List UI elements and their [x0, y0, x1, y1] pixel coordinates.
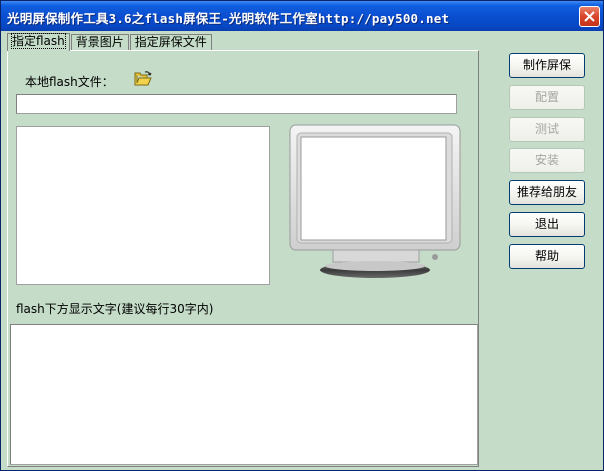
- caption-text-label: flash下方显示文字(建议每行30字内): [16, 302, 214, 316]
- tab-background-image[interactable]: 背景图片: [70, 34, 129, 51]
- monitor-preview-icon: [289, 124, 461, 278]
- local-flash-file-label: 本地flash文件：: [25, 75, 114, 89]
- tab-flash[interactable]: 指定flash: [7, 33, 70, 51]
- make-screensaver-button[interactable]: 制作屏保: [509, 53, 585, 78]
- configure-button[interactable]: 配置: [509, 85, 585, 110]
- flash-file-path-input[interactable]: [16, 94, 457, 114]
- flash-preview-area: [16, 126, 270, 285]
- close-button[interactable]: [579, 6, 600, 27]
- recommend-to-friend-button[interactable]: 推荐给朋友: [509, 180, 585, 205]
- window-title: 光明屏保制作工具3.6之flash屏保王-光明软件工作室http://pay50…: [7, 11, 450, 26]
- caption-text-input[interactable]: [10, 324, 478, 465]
- tab-panel-flash: 本地flash文件： flash下方显示文字(建议每行30字内): [7, 50, 479, 467]
- test-button[interactable]: 测试: [509, 117, 585, 142]
- tab-strip: 指定flash 背景图片 指定屏保文件: [7, 33, 213, 51]
- app-window: 光明屏保制作工具3.6之flash屏保王-光明软件工作室http://pay50…: [0, 0, 604, 471]
- close-icon: [584, 11, 595, 22]
- tab-screensaver-file-label: 指定屏保文件: [134, 35, 207, 49]
- help-button[interactable]: 帮助: [509, 244, 585, 269]
- tab-background-image-label: 背景图片: [75, 35, 124, 49]
- title-bar[interactable]: 光明屏保制作工具3.6之flash屏保王-光明软件工作室http://pay50…: [1, 1, 603, 31]
- install-button[interactable]: 安装: [509, 148, 585, 173]
- open-folder-icon[interactable]: [134, 71, 152, 87]
- exit-button[interactable]: 退出: [509, 212, 585, 237]
- tab-flash-label: 指定flash: [11, 33, 66, 49]
- client-area: 指定flash 背景图片 指定屏保文件 本地flash文件： flash下方显示…: [4, 31, 600, 469]
- tab-screensaver-file[interactable]: 指定屏保文件: [129, 34, 212, 51]
